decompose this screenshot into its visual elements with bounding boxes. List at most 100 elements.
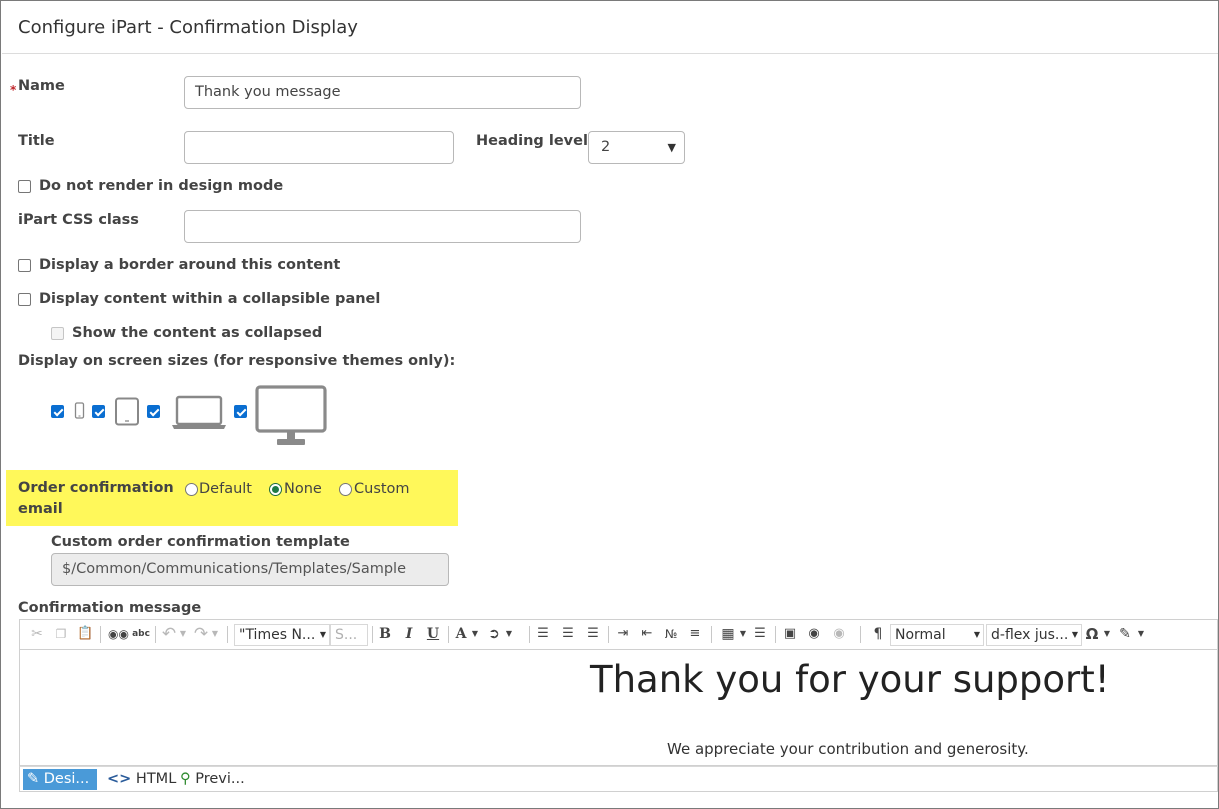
chevron-down-icon: ▼ [319, 630, 326, 639]
numbered-list-icon[interactable]: № [663, 624, 679, 644]
code-icon: <> [107, 771, 132, 787]
chevron-down-icon: ▼ [1071, 630, 1078, 639]
horizontal-rule-icon[interactable]: ☰ [751, 624, 769, 644]
unlink-icon[interactable]: ◉ [831, 624, 847, 644]
no-render-design-checkbox[interactable] [18, 180, 31, 193]
title-label: Title [18, 133, 55, 149]
mode-preview-label: Previ... [195, 771, 245, 787]
bullet-list-icon[interactable]: ≡ [687, 624, 703, 644]
bold-icon[interactable]: B [378, 624, 392, 644]
phone-icon [74, 402, 85, 419]
screen-sizes-label: Display on screen sizes (for responsive … [18, 353, 456, 369]
magnifier-icon: ⚲ [180, 771, 191, 787]
no-render-design-label: Do not render in design mode [39, 178, 284, 194]
required-marker: * [10, 83, 17, 97]
mode-html-label: HTML [135, 771, 177, 787]
title-input[interactable] [184, 131, 454, 164]
chevron-down-icon: ▼ [973, 630, 980, 639]
radio-default-label: Default [199, 481, 252, 497]
text-color-icon[interactable]: A [454, 624, 468, 644]
css-class-select[interactable]: d-flex jus... ▼ [986, 624, 1082, 646]
name-input[interactable]: Thank you message [184, 76, 581, 109]
collapsible-label: Display content within a collapsible pan… [39, 291, 381, 307]
format-value: Normal [895, 627, 946, 643]
spellcheck-icon[interactable]: abc [130, 624, 152, 644]
radio-custom-label: Custom [354, 481, 410, 497]
heading-level-label: Heading level [476, 133, 588, 149]
tablet-icon [115, 397, 139, 426]
mode-html-tab[interactable]: <> HTML [103, 769, 180, 790]
display-border-checkbox[interactable] [18, 259, 31, 272]
format-painter-dropdown-icon[interactable]: ▼ [1136, 624, 1146, 644]
tablet-checkbox[interactable] [92, 405, 105, 418]
editor-paragraph: We appreciate your contribution and gene… [667, 740, 1029, 758]
font-name-select[interactable]: "Times N... ▼ [234, 624, 330, 646]
heading-level-value: 2 [601, 139, 611, 155]
redo-dropdown-icon[interactable]: ▼ [210, 624, 220, 644]
confirmation-message-label: Confirmation message [18, 600, 202, 616]
name-label: Name [18, 78, 65, 94]
special-character-icon[interactable]: Ω [1084, 624, 1100, 644]
radio-none[interactable] [269, 483, 282, 496]
radio-none-label: None [284, 481, 322, 497]
chevron-down-icon: ▼ [667, 141, 676, 154]
order-email-label: Order confirmation [18, 480, 174, 496]
italic-icon[interactable]: I [402, 624, 416, 644]
dialog: Configure iPart - Confirmation Display *… [0, 0, 1219, 809]
class-value: d-flex jus... [991, 627, 1069, 643]
heading-level-select[interactable]: 2 ▼ [588, 131, 685, 164]
redo-icon[interactable]: ↷ [192, 624, 210, 644]
font-size-value: S... [335, 627, 358, 643]
table-icon[interactable]: ▦ [720, 624, 736, 644]
editor-content-area[interactable]: Thank you for your support! We appreciat… [19, 649, 1218, 766]
collapsible-checkbox[interactable] [18, 293, 31, 306]
undo-dropdown-icon[interactable]: ▼ [178, 624, 188, 644]
dialog-title: Configure iPart - Confirmation Display [18, 17, 358, 38]
editor-heading: Thank you for your support! [590, 658, 1110, 701]
radio-default[interactable] [185, 483, 198, 496]
font-size-select[interactable]: S... [330, 624, 368, 646]
highlight-color-icon[interactable]: ➲ [486, 624, 502, 644]
format-select[interactable]: Normal ▼ [890, 624, 984, 646]
image-icon[interactable]: ▣ [782, 624, 798, 644]
text-color-dropdown-icon[interactable]: ▼ [470, 624, 480, 644]
pencil-icon: ✎ [27, 771, 40, 787]
cut-icon[interactable]: ✂ [29, 624, 45, 644]
radio-custom[interactable] [339, 483, 352, 496]
editor-mode-bar: ✎ Desi... <> HTML ⚲ Previ... [19, 766, 1218, 792]
mode-design-label: Desi... [43, 771, 90, 787]
find-icon[interactable]: ◉◉ [108, 624, 129, 644]
align-center-icon[interactable]: ☰ [560, 624, 576, 644]
laptop-checkbox[interactable] [147, 405, 160, 418]
dialog-header: Configure iPart - Confirmation Display [2, 2, 1218, 54]
paragraph-icon[interactable]: ¶ [869, 624, 887, 644]
align-right-icon[interactable]: ☰ [585, 624, 601, 644]
display-border-label: Display a border around this content [39, 257, 341, 273]
laptop-icon [172, 395, 226, 429]
order-email-label-line2: email [18, 501, 63, 517]
desktop-icon [255, 385, 327, 445]
format-painter-icon[interactable]: ✎ [1116, 624, 1134, 644]
custom-template-label: Custom order confirmation template [51, 534, 350, 550]
show-collapsed-label: Show the content as collapsed [72, 325, 323, 341]
custom-template-input[interactable]: $/Common/Communications/Templates/Sample [51, 553, 449, 586]
special-character-dropdown-icon[interactable]: ▼ [1102, 624, 1112, 644]
paste-icon[interactable]: 📋 [77, 624, 93, 644]
highlight-dropdown-icon[interactable]: ▼ [504, 624, 514, 644]
desktop-checkbox[interactable] [234, 405, 247, 418]
show-collapsed-checkbox[interactable] [51, 327, 64, 340]
css-class-input[interactable] [184, 210, 581, 243]
table-dropdown-icon[interactable]: ▼ [738, 624, 748, 644]
undo-icon[interactable]: ↶ [160, 624, 178, 644]
font-name-value: "Times N... [239, 627, 316, 643]
mode-design-tab[interactable]: ✎ Desi... [23, 769, 97, 790]
mode-preview-tab[interactable]: ⚲ Previ... [176, 769, 249, 790]
align-left-icon[interactable]: ☰ [535, 624, 551, 644]
phone-checkbox[interactable] [51, 405, 64, 418]
indent-icon[interactable]: ⇥ [615, 624, 631, 644]
copy-icon[interactable]: ❐ [53, 624, 69, 644]
css-class-label: iPart CSS class [18, 212, 139, 228]
link-icon[interactable]: ◉ [806, 624, 822, 644]
outdent-icon[interactable]: ⇤ [639, 624, 655, 644]
underline-icon[interactable]: U [426, 624, 440, 644]
